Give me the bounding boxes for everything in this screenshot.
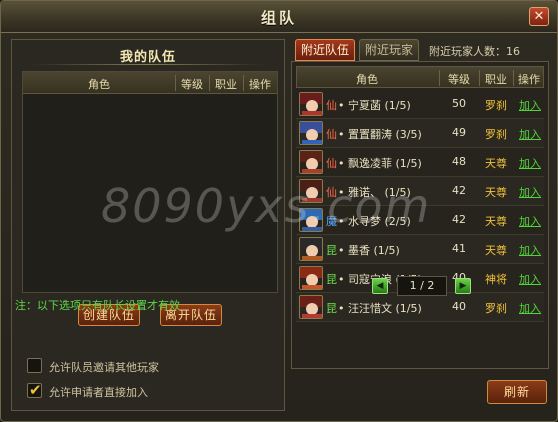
player-avatar: [299, 150, 323, 174]
nearby-team-row[interactable]: 昆 • 墨香 (1/5) 41 天尊 加入: [296, 235, 544, 264]
column-header-role: 角色: [88, 78, 110, 91]
my-team-title: 我的队伍: [119, 50, 176, 65]
sect-label: 昆: [326, 244, 337, 257]
join-team-link[interactable]: 加入: [518, 242, 542, 258]
sect-label: 仙: [326, 99, 337, 112]
player-job: 天尊: [485, 186, 507, 199]
team-leader-name: • 雅诺、 (1/5): [338, 186, 411, 199]
window-title: 组队: [260, 9, 297, 27]
allow-direct-join-checkbox[interactable]: ✔: [27, 381, 42, 399]
player-level: 48: [452, 155, 466, 168]
player-job: 天尊: [485, 215, 507, 228]
nearby-team-row[interactable]: 昆 • 汪汪惜文 (1/5) 40 罗刹 加入: [296, 293, 544, 322]
nearby-table-header: 角色 等级 职业 操作: [296, 66, 544, 88]
player-level: 49: [452, 126, 466, 139]
nearby-player-count: 附近玩家人数：16: [429, 45, 520, 58]
checkmark-icon: ✔: [29, 381, 42, 399]
player-avatar: [299, 295, 323, 319]
column-header-action: 操作: [518, 73, 540, 86]
player-level: 40: [452, 300, 466, 313]
tab-nearby-teams[interactable]: 附近队伍: [295, 39, 355, 61]
player-job: 罗刹: [485, 128, 507, 141]
team-leader-name: • 置置翻涛 (3/5): [338, 128, 422, 141]
player-level: 50: [452, 97, 466, 110]
sect-label: 仙: [326, 186, 337, 199]
player-level: 42: [452, 213, 466, 226]
player-avatar: [299, 179, 323, 203]
close-icon[interactable]: ✕: [529, 7, 549, 26]
player-avatar: [299, 266, 323, 290]
player-avatar: [299, 92, 323, 116]
column-header-role: 角色: [356, 73, 378, 86]
player-job: 罗刹: [485, 99, 507, 112]
player-job: 天尊: [485, 157, 507, 170]
refresh-button[interactable]: 刷新: [487, 380, 547, 404]
tab-nearby-players[interactable]: 附近玩家: [359, 39, 419, 61]
player-avatar: [299, 237, 323, 261]
join-team-link[interactable]: 加入: [518, 126, 542, 142]
sect-label: 昆: [326, 273, 337, 286]
allow-member-invite-label: 允许队员邀请其他玩家: [49, 361, 159, 374]
column-header-action: 操作: [249, 78, 271, 91]
column-header-level: 等级: [448, 73, 470, 86]
nearby-team-row[interactable]: 魔 • 水寻梦 (2/5) 42 天尊 加入: [296, 206, 544, 235]
nearby-team-row[interactable]: 仙 • 雅诺、 (1/5) 42 天尊 加入: [296, 177, 544, 206]
allow-member-invite-checkbox[interactable]: [27, 358, 42, 373]
team-leader-name: • 水寻梦 (2/5): [338, 215, 411, 228]
nearby-panel: 角色 等级 职业 操作 仙 • 宁夏菡 (1/5) 50 罗刹 加入仙 • 置置翻涛 (3…: [291, 61, 549, 369]
team-window: 组队 ✕ 我的队伍 角色 等级 职业 操作 创建队伍 离开队伍 注：以下选项只有…: [0, 0, 558, 422]
team-leader-name: • 宁夏菡 (1/5): [338, 99, 411, 112]
team-leader-name: • 墨香 (1/5): [338, 244, 400, 257]
allow-direct-join-label: 允许申请者直接加入: [49, 386, 148, 399]
join-team-link[interactable]: 加入: [518, 97, 542, 113]
my-team-table: 角色 等级 职业 操作: [22, 71, 278, 293]
next-page-button[interactable]: ▶: [455, 278, 471, 294]
player-job: 天尊: [485, 244, 507, 257]
column-header-level: 等级: [181, 78, 203, 91]
column-header-job: 职业: [485, 73, 507, 86]
sect-label: 魔: [326, 215, 337, 228]
leader-only-note: 注：以下选项只有队长设置才有效: [15, 299, 180, 312]
player-job: 神将: [485, 273, 507, 286]
player-level: 41: [452, 242, 466, 255]
page-indicator: 1 / 2: [397, 276, 447, 296]
player-avatar: [299, 121, 323, 145]
sect-label: 仙: [326, 128, 337, 141]
sect-label: 昆: [326, 302, 337, 315]
join-team-link[interactable]: 加入: [518, 271, 542, 287]
nearby-team-row[interactable]: 仙 • 置置翻涛 (3/5) 49 罗刹 加入: [296, 119, 544, 148]
join-team-link[interactable]: 加入: [518, 213, 542, 229]
prev-page-button[interactable]: ◀: [372, 278, 388, 294]
nearby-team-row[interactable]: 仙 • 宁夏菡 (1/5) 50 罗刹 加入: [296, 90, 544, 119]
player-job: 罗刹: [485, 302, 507, 315]
title-divider: [32, 64, 264, 65]
sect-label: 仙: [326, 157, 337, 170]
title-bar: 组队 ✕: [1, 1, 557, 33]
join-team-link[interactable]: 加入: [518, 300, 542, 316]
my-team-table-header: 角色 等级 职业 操作: [23, 72, 277, 94]
player-level: 42: [452, 184, 466, 197]
team-leader-name: • 汪汪惜文 (1/5): [338, 302, 422, 315]
my-team-panel: 我的队伍 角色 等级 职业 操作 创建队伍 离开队伍: [11, 39, 285, 411]
join-team-link[interactable]: 加入: [518, 155, 542, 171]
join-team-link[interactable]: 加入: [518, 184, 542, 200]
nearby-team-row[interactable]: 仙 • 飘逸凌菲 (1/5) 48 天尊 加入: [296, 148, 544, 177]
team-leader-name: • 飘逸凌菲 (1/5): [338, 157, 422, 170]
player-avatar: [299, 208, 323, 232]
column-header-job: 职业: [215, 78, 237, 91]
